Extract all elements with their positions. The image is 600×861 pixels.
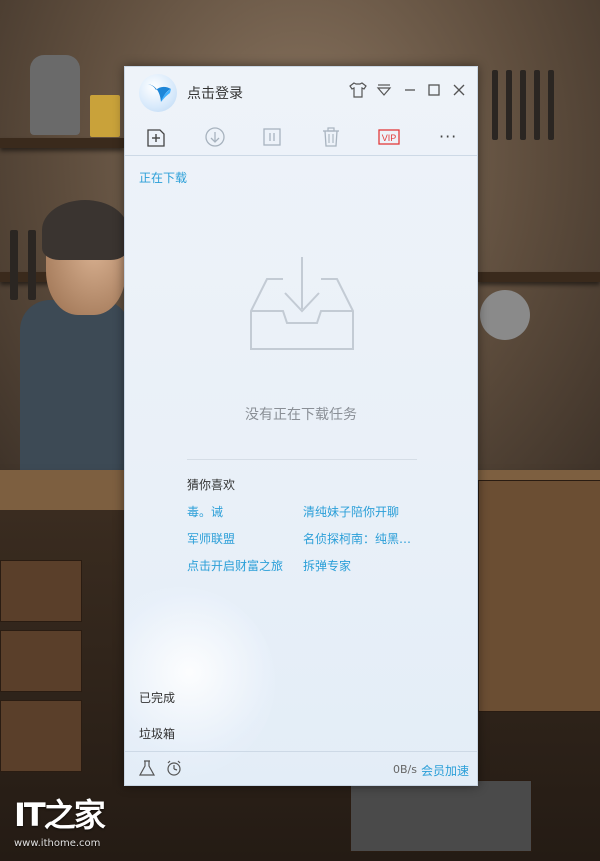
footer-divider <box>125 751 477 752</box>
toolbox-floor <box>350 780 532 852</box>
decorative-orb <box>125 587 275 777</box>
right-shelf <box>478 272 600 282</box>
hanging-tool-3 <box>520 70 526 140</box>
tab-trash[interactable]: 垃圾箱 <box>139 725 175 742</box>
hanging-tool-2 <box>506 70 512 140</box>
recommend-item[interactable]: 点击开启财富之旅 <box>187 557 283 574</box>
pause-icon[interactable] <box>259 124 285 150</box>
vip-label: VIP <box>382 133 397 143</box>
new-task-icon[interactable] <box>143 124 169 150</box>
start-download-icon[interactable] <box>202 124 228 150</box>
maximize-icon[interactable] <box>425 81 443 99</box>
toolbar-divider <box>125 155 477 156</box>
watermark-logo: IT之家 <box>14 796 106 834</box>
menu-dropdown-icon[interactable] <box>375 81 393 99</box>
title-bar: 点击登录 <box>125 67 477 115</box>
hanging-tool-5 <box>548 70 554 140</box>
download-speed: 0B/s <box>393 763 417 776</box>
minimize-icon[interactable] <box>401 81 419 99</box>
watermark: IT之家 www.ithome.com <box>14 790 106 849</box>
crate-left-2 <box>0 630 82 692</box>
crate-left-1 <box>0 560 82 622</box>
recommend-separator <box>187 459 417 460</box>
vip-icon[interactable]: VIP <box>377 124 401 150</box>
recommend-item[interactable]: 清纯妹子陪你开聊 <box>303 503 399 520</box>
app-logo-icon[interactable] <box>139 74 177 112</box>
cabinet-right <box>478 480 600 712</box>
top-shelf <box>0 138 124 148</box>
lab-flask-icon[interactable] <box>138 759 156 777</box>
recommend-item[interactable]: 拆弹专家 <box>303 557 351 574</box>
hammer-2 <box>28 230 36 300</box>
watermark-url: www.ithome.com <box>14 838 101 849</box>
close-icon[interactable] <box>450 81 468 99</box>
tab-downloading[interactable]: 正在下载 <box>139 169 187 186</box>
vip-accelerate-link[interactable]: 会员加速 <box>421 762 469 779</box>
bottle-1 <box>30 55 80 135</box>
empty-state-message: 没有正在下载任务 <box>245 407 357 423</box>
person-hair <box>42 200 128 260</box>
delete-trash-icon[interactable] <box>318 124 344 150</box>
recommend-item[interactable]: 军师联盟 <box>187 530 235 547</box>
hanging-tool-1 <box>492 70 498 140</box>
can-yellow <box>90 95 120 137</box>
recommend-item[interactable]: 毒。诫 <box>187 503 223 520</box>
grinder-wheel <box>480 290 530 340</box>
person-body <box>20 300 130 480</box>
empty-inbox-download-icon <box>249 253 355 357</box>
more-options-icon[interactable]: ··· <box>439 127 465 153</box>
download-manager-window: 点击登录 VIP ··· 正在下载 没有正在下载任务 猜你喜欢 毒。诫 清纯妹子… <box>124 66 478 786</box>
alarm-clock-icon[interactable] <box>165 759 183 777</box>
crate-left-3 <box>0 700 82 772</box>
toolbar: VIP ··· <box>125 119 477 155</box>
recommend-title: 猜你喜欢 <box>187 478 236 492</box>
hammer-1 <box>10 230 18 300</box>
hanging-tool-4 <box>534 70 540 140</box>
skin-shirt-icon[interactable] <box>349 81 367 99</box>
recommend-item[interactable]: 名侦探柯南：纯黑… <box>303 530 411 547</box>
tab-completed[interactable]: 已完成 <box>139 689 175 706</box>
login-link[interactable]: 点击登录 <box>187 83 243 103</box>
